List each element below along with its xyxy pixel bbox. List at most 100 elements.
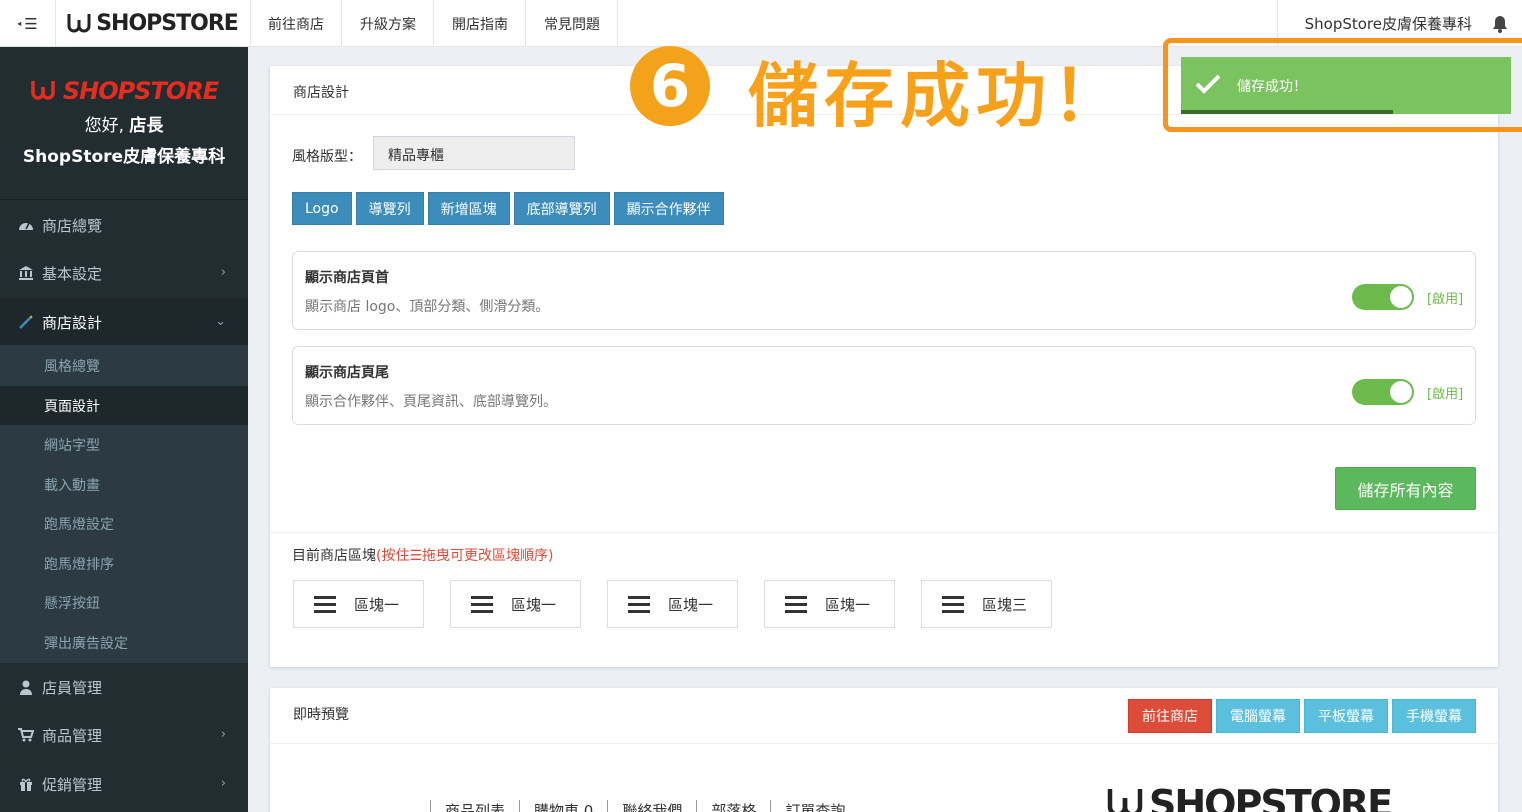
gift-icon (17, 775, 35, 793)
submenu-web-fonts[interactable]: 網站字型 (0, 425, 248, 465)
sidebar: SHOPSTORE 您好, 店長 ShopStore皮膚保養專科 商店總覽 基本… (0, 47, 248, 812)
sidebar-item-label: 商店總覽 (42, 216, 103, 235)
preview-buttons: 前往商店 電腦螢幕 平板螢幕 手機螢幕 (1128, 699, 1476, 733)
live-preview-panel: 即時預覽 前往商店 電腦螢幕 平板螢幕 手機螢幕 商品列表 購物車 0 聯絡我們… (270, 688, 1498, 812)
show-footer-switch[interactable] (1352, 379, 1414, 405)
footer-nav-button[interactable]: 底部導覽列 (513, 192, 610, 225)
block-label: 區塊一 (668, 595, 714, 614)
sidebar-brand-logo: SHOPSTORE (30, 77, 219, 105)
logo-mark-icon (66, 12, 92, 36)
switch-knob (1390, 286, 1412, 308)
preview-nav-item: 部落格 (696, 800, 770, 812)
sidebar-item-label: 促銷管理 (42, 775, 103, 794)
sidebar-brand-wordmark: SHOPSTORE (62, 77, 219, 105)
topnav-faq[interactable]: 常見問題 (526, 0, 618, 47)
sidebar-item-label: 店員管理 (42, 678, 103, 697)
sidebar-item-staff[interactable]: 店員管理 (0, 663, 248, 711)
preview-tablet-button[interactable]: 平板螢幕 (1304, 699, 1388, 733)
save-all-button[interactable]: 儲存所有內容 (1335, 467, 1476, 510)
block-item[interactable]: 區塊一 (293, 580, 424, 628)
annotation-caption: 儲存成功！ (748, 55, 1128, 137)
drag-handle-icon[interactable] (785, 595, 807, 613)
bank-icon (17, 264, 35, 282)
divider (270, 532, 1498, 533)
sidebar-item-store-design[interactable]: 商店設計 ⌄ (0, 298, 248, 346)
block-item[interactable]: 區塊一 (764, 580, 895, 628)
sidebar-toggle-button[interactable]: ◂ ☰ (0, 0, 56, 47)
caret-left-icon: ◂ (17, 19, 22, 28)
toggle-description: 顯示合作夥伴、頁尾資訊、底部導覽列。 (305, 394, 557, 410)
topnav-upgrade[interactable]: 升級方案 (342, 0, 434, 47)
submenu-marquee-settings[interactable]: 跑馬燈設定 (0, 504, 248, 544)
annotation-highlight-box (1163, 38, 1522, 132)
toggle-state-label: [啟用] (1427, 387, 1464, 402)
block-label: 區塊三 (982, 595, 1028, 614)
preview-store-nav: 商品列表 購物車 0 聯絡我們 部落格 訂單查詢 (430, 800, 859, 812)
block-item[interactable]: 區塊一 (607, 580, 738, 628)
store-design-panel: 商店設計 風格版型： 精品專櫃 Logo 導覽列 新增區塊 底部導覽列 顯示合作… (270, 66, 1498, 667)
toggle-description: 顯示商店 logo、頂部分類、側滑分類。 (305, 299, 550, 315)
sidebar-item-promotions[interactable]: 促銷管理 › (0, 760, 248, 808)
sidebar-item-products[interactable]: 商品管理 › (0, 711, 248, 759)
preview-store-logo: SHOPSTORE (1105, 782, 1393, 812)
drag-handle-icon[interactable] (471, 595, 493, 613)
preview-nav-item: 購物車 0 (519, 800, 607, 812)
divider (270, 743, 1498, 744)
preview-desktop-button[interactable]: 電腦螢幕 (1216, 699, 1300, 733)
menu-icon: ☰ (24, 14, 38, 33)
sidebar-item-label: 商品管理 (42, 726, 103, 745)
drag-handle-icon[interactable] (314, 595, 336, 613)
navbar-button[interactable]: 導覽列 (355, 192, 424, 225)
greeting-prefix: 您好, (84, 116, 124, 136)
preview-nav-item: 聯絡我們 (607, 800, 696, 812)
block-item[interactable]: 區塊一 (450, 580, 581, 628)
submenu-page-design[interactable]: 頁面設計 (0, 386, 248, 426)
cart-icon (17, 726, 35, 744)
greeting-name: 店長 (129, 116, 164, 136)
top-nav: 前往商店 升級方案 開店指南 常見問題 (250, 0, 618, 47)
preview-nav-item: 商品列表 (430, 800, 519, 812)
header-toggle-card: 顯示商店頁首 顯示商店 logo、頂部分類、側滑分類。 [啟用] (292, 251, 1476, 330)
footer-toggle-card: 顯示商店頁尾 顯示合作夥伴、頁尾資訊、底部導覽列。 [啟用] (292, 346, 1476, 425)
style-template-label: 風格版型： (292, 149, 362, 165)
style-template-field[interactable]: 精品專櫃 (373, 136, 575, 170)
block-label: 區塊一 (511, 595, 557, 614)
panel-title: 即時預覽 (293, 707, 349, 723)
block-label: 區塊一 (354, 595, 400, 614)
panel-title: 商店設計 (293, 85, 349, 101)
brand-wordmark: SHOPSTORE (96, 11, 239, 36)
drag-handle-icon[interactable] (942, 595, 964, 613)
current-blocks-heading: 目前商店區塊(按住☰拖曳可更改區塊順序) (292, 545, 553, 565)
chevron-right-icon: › (220, 776, 226, 791)
blocks-title: 目前商店區塊 (292, 548, 376, 564)
design-section-buttons: Logo 導覽列 新增區塊 底部導覽列 顯示合作夥伴 (292, 192, 724, 225)
preview-nav-item: 訂單查詢 (770, 800, 859, 812)
show-partners-button[interactable]: 顯示合作夥伴 (613, 192, 724, 225)
submenu-loading-animation[interactable]: 載入動畫 (0, 465, 248, 505)
toggle-state-label: [啟用] (1427, 292, 1464, 307)
block-item[interactable]: 區塊三 (921, 580, 1052, 628)
submenu-marquee-order[interactable]: 跑馬燈排序 (0, 544, 248, 584)
sidebar-user-panel: SHOPSTORE 您好, 店長 ShopStore皮膚保養專科 (0, 47, 248, 200)
submenu-style-overview[interactable]: 風格總覽 (0, 346, 248, 386)
preview-logo-wordmark: SHOPSTORE (1149, 782, 1393, 812)
sidebar-item-overview[interactable]: 商店總覽 (0, 201, 248, 249)
preview-mobile-button[interactable]: 手機螢幕 (1392, 699, 1476, 733)
dashboard-icon (17, 216, 35, 234)
logo-button[interactable]: Logo (292, 192, 352, 225)
show-header-switch[interactable] (1352, 284, 1414, 310)
brand-logo[interactable]: SHOPSTORE (56, 0, 248, 47)
preview-go-store-button[interactable]: 前往商店 (1128, 699, 1212, 733)
sidebar-item-basic-settings[interactable]: 基本設定 › (0, 249, 248, 297)
submenu-floating-button[interactable]: 懸浮按鈕 (0, 583, 248, 623)
submenu-popup-ad[interactable]: 彈出廣告設定 (0, 623, 248, 663)
user-greeting: 您好, 店長 (85, 111, 164, 136)
block-label: 區塊一 (825, 595, 871, 614)
chevron-right-icon: › (220, 727, 226, 742)
add-block-button[interactable]: 新增區塊 (427, 192, 510, 225)
chevron-down-icon: ⌄ (215, 314, 226, 329)
topnav-go-store[interactable]: 前往商店 (250, 0, 342, 47)
drag-handle-icon[interactable] (628, 595, 650, 613)
topnav-guide[interactable]: 開店指南 (434, 0, 526, 47)
magic-wand-icon (17, 313, 35, 331)
